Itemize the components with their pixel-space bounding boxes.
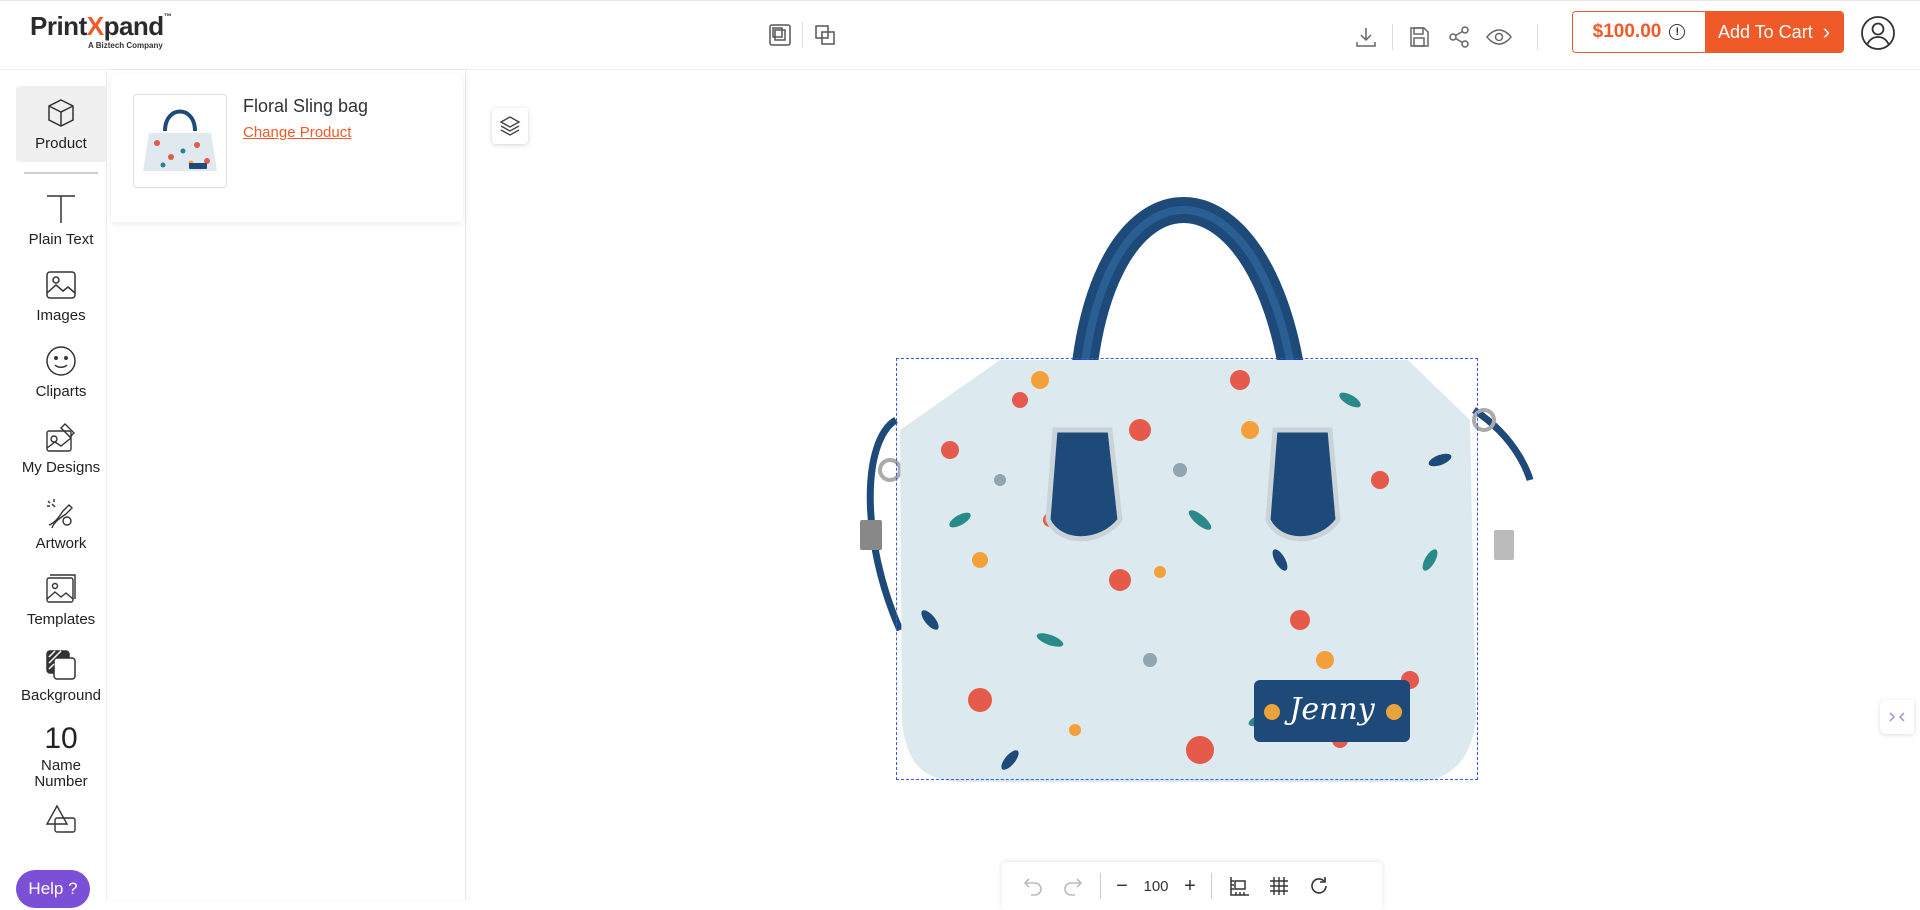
- sidebar-item-templates[interactable]: Templates: [16, 562, 106, 638]
- background-icon: [46, 649, 76, 680]
- sidebar-item-product[interactable]: Product: [16, 86, 106, 162]
- toolbar-divider: [1211, 873, 1212, 899]
- product-card: Floral Sling bag Change Product: [111, 74, 463, 222]
- sidebar-item-plain-text[interactable]: Plain Text: [16, 182, 106, 258]
- collapse-panel-icon[interactable]: [1880, 700, 1914, 734]
- sidebar-item-label: My Designs: [21, 458, 101, 476]
- image-icon: [46, 270, 76, 299]
- product-bag-image: [860, 197, 1534, 782]
- bring-forward-icon[interactable]: [764, 19, 796, 51]
- sidebar-item-label: Plain Text: [28, 230, 94, 248]
- download-icon[interactable]: [1346, 17, 1386, 57]
- preview-eye-icon[interactable]: [1479, 17, 1519, 57]
- sidebar-item-label-line2: Number: [34, 773, 88, 790]
- tool-sidebar: Product Plain Text Images Cliparts My De…: [16, 86, 106, 900]
- design-canvas[interactable]: [850, 160, 1550, 800]
- templates-icon: [46, 573, 76, 603]
- redo-icon[interactable]: [1056, 869, 1090, 903]
- product-thumbnail[interactable]: [133, 94, 227, 188]
- brand-name-part2: pand: [103, 11, 165, 41]
- sidebar-item-label-line1: Name: [40, 757, 81, 774]
- name-number-icon: 10: [44, 722, 78, 755]
- text-t-icon: [47, 194, 75, 223]
- top-bar: PrintXpand™ A Biztech Company $100.00 !: [0, 0, 1920, 70]
- sidebar-item-label: Templates: [26, 610, 96, 628]
- brand-name-part1: Print: [30, 11, 87, 41]
- sidebar-item-cliparts[interactable]: Cliparts: [16, 334, 106, 410]
- add-to-cart-button[interactable]: Add To Cart ›: [1705, 12, 1843, 52]
- share-icon[interactable]: [1439, 17, 1479, 57]
- brand-logo[interactable]: PrintXpand™ A Biztech Company: [30, 11, 172, 51]
- add-to-cart-label: Add To Cart: [1717, 21, 1813, 42]
- price-info-icon[interactable]: !: [1669, 24, 1686, 40]
- help-button[interactable]: Help ?: [16, 870, 90, 908]
- my-designs-icon: [46, 422, 75, 452]
- trademark: ™: [163, 12, 172, 21]
- smiley-icon: [46, 345, 76, 376]
- sidebar-item-label: Cliparts: [35, 382, 87, 400]
- brand-name: PrintXpand™: [30, 11, 172, 41]
- sidebar-item-label: Images: [36, 306, 86, 324]
- sidebar-item-label: Background: [20, 686, 102, 704]
- sidebar-item-artwork[interactable]: Artwork: [16, 486, 106, 562]
- sidebar-item-my-designs[interactable]: My Designs: [16, 410, 106, 486]
- toolbar-divider: [1100, 873, 1101, 899]
- shapes-icon: [45, 804, 76, 833]
- reset-rotate-icon[interactable]: [1302, 869, 1336, 903]
- sidebar-item-label: Product: [35, 134, 87, 152]
- sidebar-item-name-number[interactable]: 10 Name Number: [16, 714, 106, 800]
- sidebar-item-shapes[interactable]: [16, 800, 106, 846]
- zoom-toolbar: − 100 +: [1002, 862, 1382, 910]
- artwork-icon: [47, 498, 73, 528]
- sidebar-divider: [24, 172, 98, 174]
- zoom-in-button[interactable]: +: [1179, 875, 1201, 898]
- toolbar-divider: [1392, 24, 1393, 50]
- price-display[interactable]: $100.00 !: [1573, 12, 1705, 52]
- ruler-icon[interactable]: [1222, 869, 1256, 903]
- brand-name-x: X: [86, 11, 104, 41]
- zoom-out-button[interactable]: −: [1111, 875, 1133, 898]
- brand-tagline: A Biztech Company: [88, 41, 163, 50]
- product-panel: Floral Sling bag Change Product: [106, 70, 466, 900]
- sidebar-item-images[interactable]: Images: [16, 258, 106, 334]
- arrange-tools: [764, 19, 841, 51]
- product-title: Floral Sling bag: [243, 96, 369, 116]
- sidebar-item-label: Artwork: [35, 534, 87, 552]
- toolbar-divider: [802, 22, 803, 48]
- send-backward-icon[interactable]: [809, 19, 841, 51]
- undo-icon[interactable]: [1016, 869, 1050, 903]
- toolbar-divider: [1537, 24, 1538, 50]
- price-value: $100.00: [1592, 21, 1662, 42]
- sidebar-item-background[interactable]: Background: [16, 638, 106, 714]
- grid-icon[interactable]: [1262, 869, 1296, 903]
- name-tag-text[interactable]: Jenny: [1286, 692, 1378, 727]
- change-product-link[interactable]: Change Product: [243, 124, 351, 141]
- cube-icon: [48, 98, 74, 127]
- user-account-icon[interactable]: [1860, 15, 1896, 51]
- save-icon[interactable]: [1399, 17, 1439, 57]
- chevron-right-icon: ›: [1822, 19, 1831, 44]
- layers-icon[interactable]: [492, 108, 528, 144]
- price-cart-group: $100.00 ! Add To Cart ›: [1572, 11, 1844, 53]
- file-tools: [1346, 17, 1544, 57]
- zoom-value: 100: [1143, 877, 1169, 895]
